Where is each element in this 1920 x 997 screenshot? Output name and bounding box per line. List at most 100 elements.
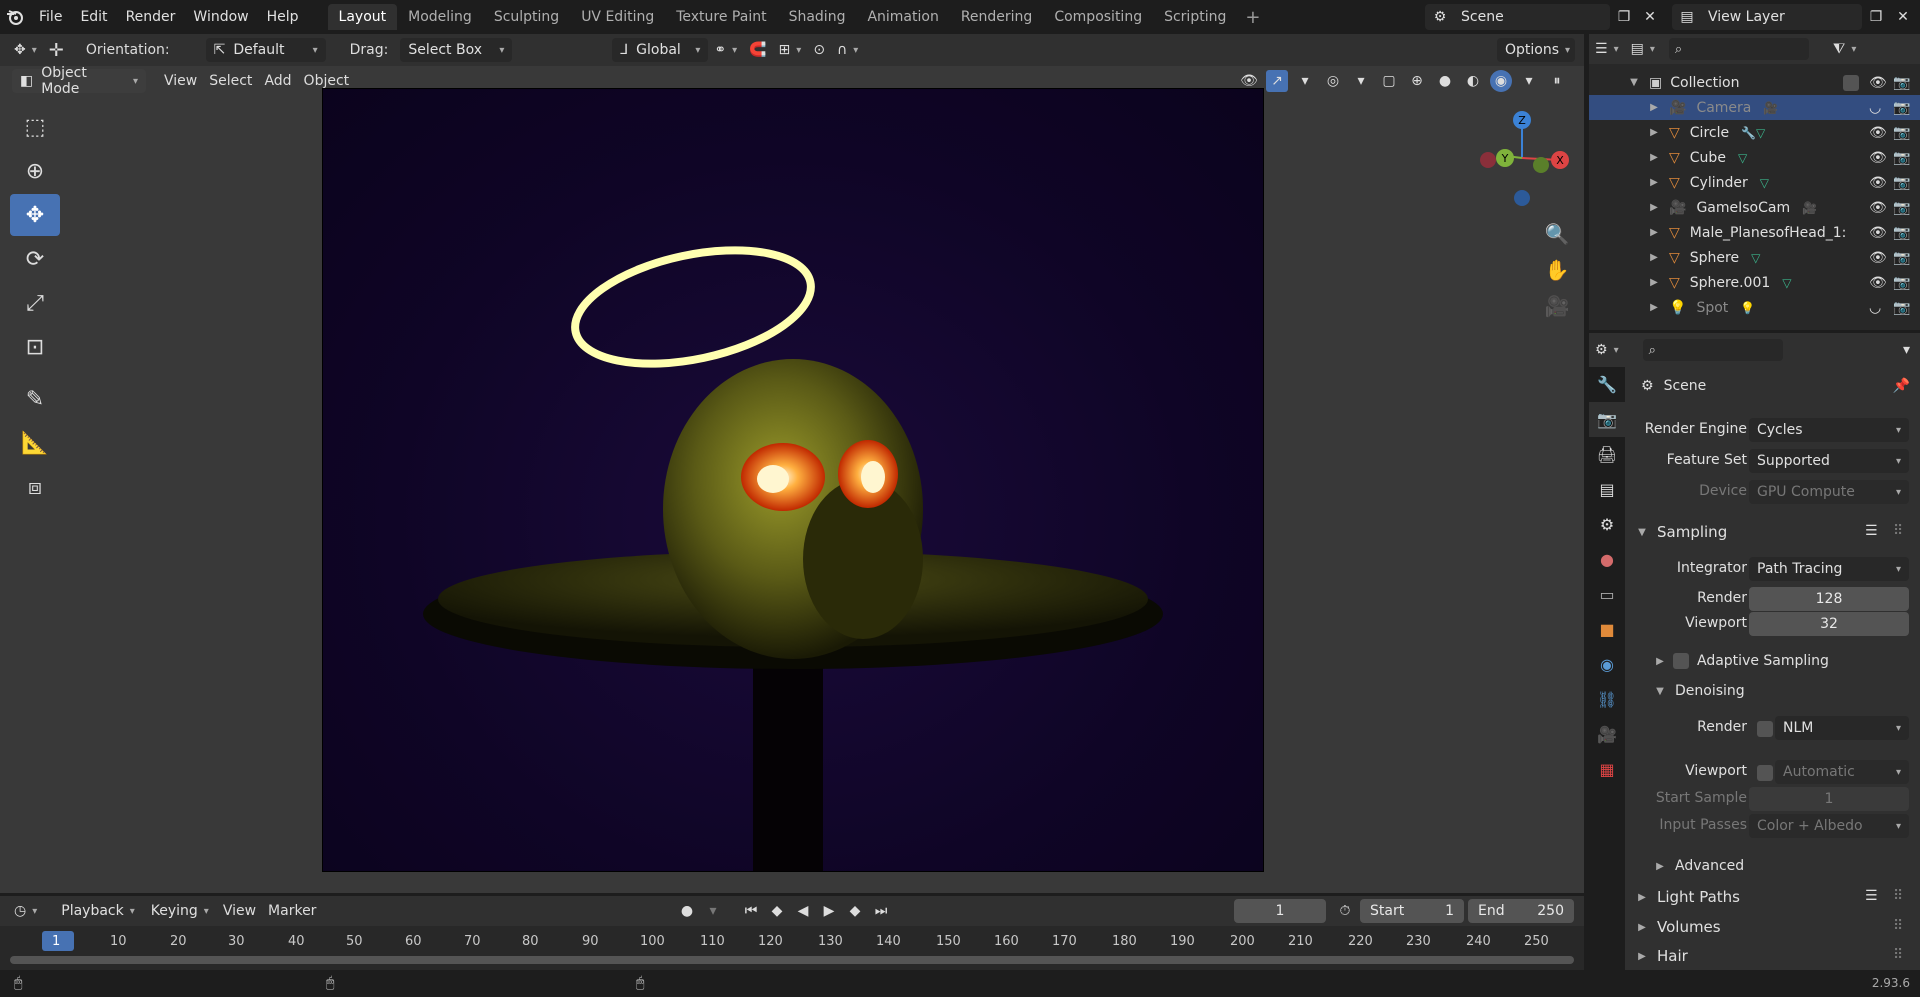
collection-row[interactable]: ▼ ▣ Collection 👁 📷 bbox=[1589, 70, 1920, 95]
outliner-item[interactable]: ▶ 🎥 Camera 🎥 ◡ 📷 bbox=[1589, 95, 1920, 120]
next-keyframe-icon[interactable]: ◆ bbox=[844, 900, 866, 922]
play-icon[interactable]: ▶ bbox=[818, 900, 840, 922]
drag-dropdown[interactable]: Select Box ▾ bbox=[400, 38, 513, 62]
outliner-search-input[interactable]: ⌕ bbox=[1668, 38, 1809, 60]
mode-dropdown[interactable]: ◧ Object Mode ▾ bbox=[12, 65, 146, 97]
tab-modeling[interactable]: Modeling bbox=[397, 4, 483, 30]
filter-icon[interactable]: ⧨ ▾ bbox=[1827, 36, 1863, 62]
view-layer-selector[interactable]: ▤ View Layer bbox=[1672, 4, 1862, 30]
proportional-editing-icon[interactable]: ⊙ bbox=[807, 37, 831, 63]
camera-render-icon[interactable]: 📷 bbox=[1893, 100, 1910, 116]
outliner-item[interactable]: ▶ ▽ Circle 🔧▽ 👁 📷 bbox=[1589, 120, 1920, 145]
timeline-scrollbar[interactable] bbox=[10, 956, 1574, 964]
delete-view-layer-icon[interactable]: ✕ bbox=[1892, 6, 1914, 28]
device-dropdown[interactable]: GPU Compute ▾ bbox=[1749, 480, 1909, 504]
eye-icon[interactable]: 👁 bbox=[1869, 250, 1887, 266]
tab-scripting[interactable]: Scripting bbox=[1153, 4, 1237, 30]
delete-scene-icon[interactable]: ✕ bbox=[1639, 6, 1661, 28]
eye-icon[interactable]: 👁 bbox=[1869, 150, 1887, 166]
shading-dropdown-icon[interactable]: ▾ bbox=[1518, 70, 1540, 92]
new-scene-icon[interactable]: ❐ bbox=[1613, 6, 1635, 28]
navigation-gizmo[interactable]: Z Y X bbox=[1470, 108, 1580, 218]
menu-edit[interactable]: Edit bbox=[71, 9, 116, 25]
tab-layout[interactable]: Layout bbox=[327, 4, 398, 30]
physics-tab-icon[interactable]: ◉ bbox=[1589, 647, 1625, 682]
view-menu[interactable]: View bbox=[158, 68, 203, 94]
add-cube-tool-icon[interactable]: ⧈ bbox=[10, 466, 60, 508]
outliner-item[interactable]: ▶ 💡 Spot 💡 ◡ 📷 bbox=[1589, 295, 1920, 320]
data-icon[interactable]: ▽ bbox=[1760, 176, 1769, 190]
tab-texture-paint[interactable]: Texture Paint bbox=[665, 4, 777, 30]
orientation-dropdown[interactable]: ⇱ Default ▾ bbox=[205, 38, 326, 62]
data-icon[interactable]: ▽ bbox=[1738, 151, 1747, 165]
properties-editor-icon[interactable]: ⚙ ▾ bbox=[1589, 337, 1625, 363]
view-layer-name[interactable]: View Layer bbox=[1708, 9, 1785, 25]
integrator-dropdown[interactable]: Path Tracing ▾ bbox=[1749, 557, 1909, 581]
camera-render-icon[interactable]: 📷 bbox=[1893, 75, 1910, 91]
eye-icon[interactable]: ◡ bbox=[1869, 300, 1881, 316]
light-paths-panel-header[interactable]: ▶ Light Paths bbox=[1633, 888, 1740, 906]
input-passes-dropdown[interactable]: Color + Albedo ▾ bbox=[1749, 814, 1909, 838]
camera-render-icon[interactable]: 📷 bbox=[1893, 150, 1910, 166]
solid-shading-icon[interactable]: ● bbox=[1434, 70, 1456, 92]
object-tab-icon[interactable]: ■ bbox=[1589, 612, 1625, 647]
tab-compositing[interactable]: Compositing bbox=[1043, 4, 1153, 30]
texture-tab-icon[interactable]: ▦ bbox=[1589, 752, 1625, 787]
timeline-editor-icon[interactable]: ◷ ▾ bbox=[8, 898, 43, 924]
camera-render-icon[interactable]: 📷 bbox=[1893, 125, 1910, 141]
eye-icon[interactable]: 👁 bbox=[1869, 125, 1887, 141]
drag-handle-icon[interactable]: ⠿ bbox=[1893, 947, 1903, 963]
select-box-tool-icon[interactable]: ⬚ bbox=[10, 106, 60, 148]
transform-orientation-dropdown[interactable]: ⅃ Global ▾ bbox=[612, 38, 709, 62]
collection-checkbox[interactable] bbox=[1843, 74, 1859, 91]
render-tab-icon[interactable]: 📷 bbox=[1589, 402, 1625, 437]
snap-target-icon[interactable]: ⊞ ▾ bbox=[773, 37, 808, 63]
outliner-item[interactable]: ▶ ▽ Male_PlanesofHead_1: 👁 📷 bbox=[1589, 220, 1920, 245]
tab-uv-editing[interactable]: UV Editing bbox=[570, 4, 665, 30]
camera-render-icon[interactable]: 📷 bbox=[1893, 225, 1910, 241]
pin-icon[interactable]: 📌 bbox=[1893, 378, 1910, 394]
outliner-editor-icon[interactable]: ☰ ▾ bbox=[1589, 36, 1625, 62]
collection-tab-icon[interactable]: ▭ bbox=[1589, 577, 1625, 612]
output-tab-icon[interactable]: 🖨 bbox=[1589, 437, 1625, 472]
falloff-icon[interactable]: ∩ ▾ bbox=[831, 37, 864, 63]
display-mode-icon[interactable]: ▤ ▾ bbox=[1625, 36, 1661, 62]
sampling-panel-header[interactable]: ▼ Sampling bbox=[1633, 523, 1727, 541]
data-icon[interactable]: 🎥 bbox=[1802, 201, 1817, 215]
menu-window[interactable]: Window bbox=[184, 9, 257, 25]
cursor-tool-icon[interactable]: ⊕ bbox=[10, 150, 60, 192]
tab-rendering[interactable]: Rendering bbox=[950, 4, 1044, 30]
add-menu[interactable]: Add bbox=[258, 68, 297, 94]
denoise-viewport-dropdown[interactable]: Automatic ▾ bbox=[1775, 760, 1909, 784]
adaptive-sampling-checkbox[interactable] bbox=[1673, 653, 1689, 669]
drag-handle-icon[interactable]: ⠿ bbox=[1893, 918, 1903, 934]
data-icon[interactable]: ▽ bbox=[1751, 251, 1760, 265]
outliner-item[interactable]: ▶ ▽ Sphere.001 ▽ 👁 📷 bbox=[1589, 270, 1920, 295]
camera-render-icon[interactable]: 📷 bbox=[1893, 250, 1910, 266]
eye-icon[interactable]: 👁 bbox=[1869, 225, 1887, 241]
camera-render-icon[interactable]: 📷 bbox=[1893, 300, 1910, 316]
scale-tool-icon[interactable]: ⤢ bbox=[10, 282, 60, 324]
blender-logo-icon[interactable] bbox=[0, 0, 30, 34]
playback-menu[interactable]: Playback ▾ bbox=[53, 899, 143, 923]
move-tool-icon[interactable]: ✛ bbox=[43, 37, 70, 63]
eye-icon[interactable]: 👁 bbox=[1869, 200, 1887, 216]
light-paths-presets-icon[interactable]: ☰ bbox=[1865, 888, 1878, 904]
current-frame-field[interactable]: 1 bbox=[1234, 899, 1326, 923]
outliner-item[interactable]: ▶ ▽ Sphere ▽ 👁 📷 bbox=[1589, 245, 1920, 270]
jump-end-icon[interactable]: ⏭ bbox=[870, 900, 892, 922]
camera-render-icon[interactable]: 📷 bbox=[1893, 200, 1910, 216]
properties-options-icon[interactable]: ▾ bbox=[1897, 337, 1916, 363]
end-frame-field[interactable]: End 250 bbox=[1468, 899, 1574, 923]
overlay-dropdown-icon[interactable]: ▾ bbox=[1350, 70, 1372, 92]
camera-render-icon[interactable]: 📷 bbox=[1893, 175, 1910, 191]
menu-render[interactable]: Render bbox=[117, 9, 185, 25]
eye-icon[interactable]: 👁 bbox=[1869, 175, 1887, 191]
eye-icon[interactable]: ◡ bbox=[1869, 100, 1881, 116]
world-tab-icon[interactable]: ● bbox=[1589, 542, 1625, 577]
tab-sculpting[interactable]: Sculpting bbox=[483, 4, 570, 30]
snap-icon[interactable]: 🧲 bbox=[743, 37, 772, 63]
constraints-tab-icon[interactable]: ⛓ bbox=[1589, 682, 1625, 717]
outliner-item[interactable]: ▶ ▽ Cylinder ▽ 👁 📷 bbox=[1589, 170, 1920, 195]
transform-tool-icon[interactable]: ⊡ bbox=[10, 326, 60, 368]
